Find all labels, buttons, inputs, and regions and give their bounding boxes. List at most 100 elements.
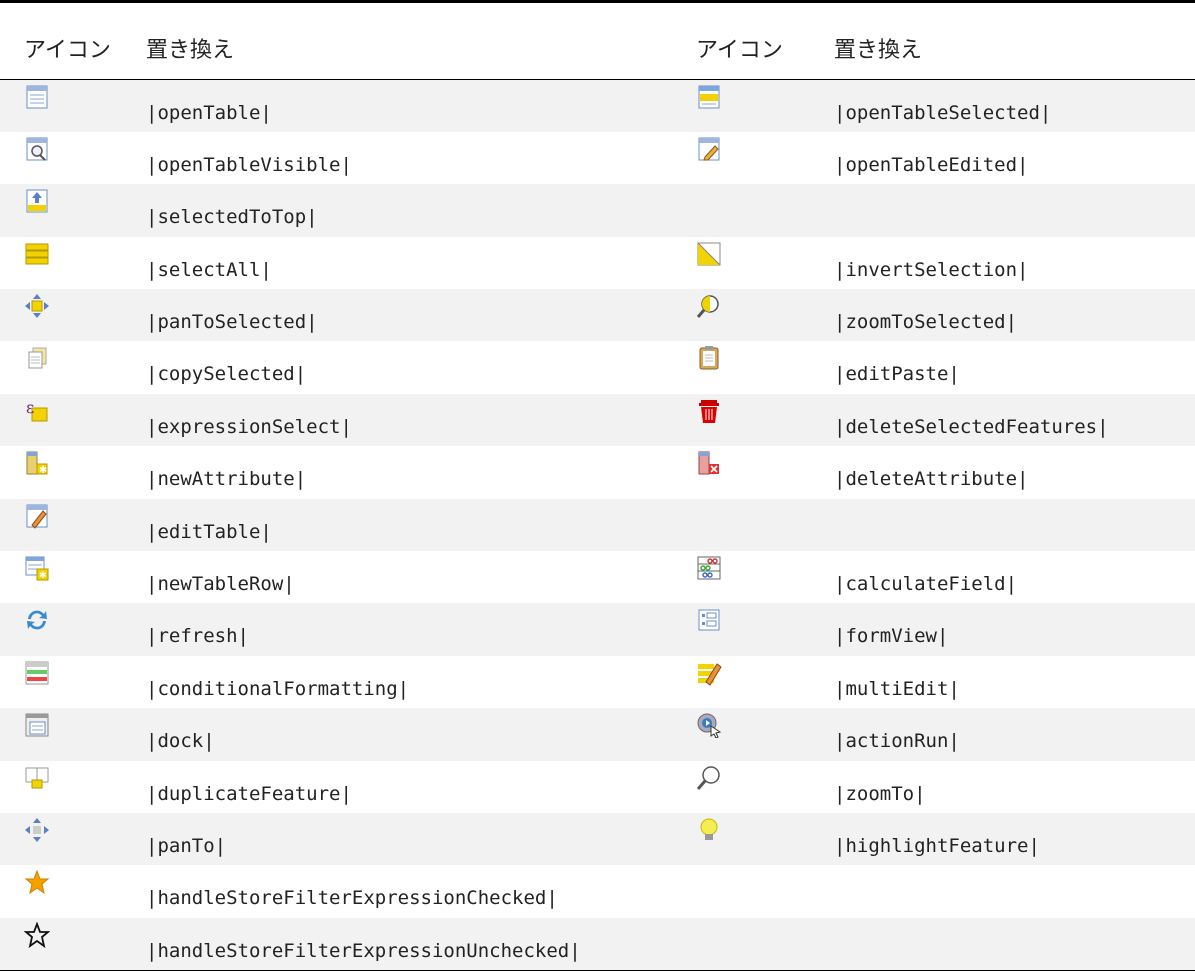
icon-column-header-right: アイコン <box>696 38 783 63</box>
icon-cell-right <box>696 80 834 132</box>
icon-cell-right <box>696 761 834 813</box>
icon-cell-left <box>0 341 146 393</box>
duplicate-feature-icon <box>24 765 50 791</box>
replacement-text-left: |expressionSelect| <box>146 415 352 438</box>
edit-paste-icon <box>696 345 722 371</box>
dock-icon <box>24 712 50 738</box>
replacement-text-left: |panTo| <box>146 834 227 857</box>
icon-cell-left <box>0 551 146 603</box>
replacement-text-left: |dock| <box>146 730 215 753</box>
new-table-row-icon <box>24 555 50 581</box>
icon-cell-left <box>0 184 146 236</box>
replacement-text-left: |copySelected| <box>146 363 307 386</box>
copy-selected-icon <box>24 345 50 371</box>
icon-replacement-table: アイコン 置き換え アイコン 置き換え |openTable| |openTabl… <box>0 0 1195 971</box>
icon-cell-left <box>0 446 146 498</box>
icon-cell-right <box>696 813 834 865</box>
icon-cell-left <box>0 761 146 813</box>
icon-cell-right <box>696 603 834 655</box>
invert-selection-icon <box>696 241 722 267</box>
icon-cell-right <box>696 656 834 708</box>
delete-selected-features-icon <box>696 398 722 424</box>
replacement-text-left: |openTable| <box>146 102 272 124</box>
replacement-text-left: |handleStoreFilterExpressionChecked| <box>146 887 558 910</box>
expression-select-icon <box>24 398 50 424</box>
replacement-text-right <box>834 865 1195 917</box>
replacement-text-right: |zoomToSelected| <box>834 311 1018 334</box>
highlight-feature-icon <box>696 817 722 843</box>
icon-cell-left <box>0 394 146 446</box>
replacement-text-right: |actionRun| <box>834 730 960 753</box>
icon-cell-left <box>0 499 146 551</box>
replacement-text-left: |conditionalFormatting| <box>146 677 410 700</box>
new-attribute-icon <box>24 450 50 476</box>
icon-cell-left <box>0 132 146 184</box>
icon-cell-right <box>696 446 834 498</box>
selected-to-top-icon <box>24 188 50 214</box>
table-row: |dock| |actionRun| <box>0 708 1195 761</box>
multi-edit-icon <box>696 660 722 686</box>
replacement-text-right: |multiEdit| <box>834 677 960 700</box>
replacement-text-right: |formView| <box>834 625 949 648</box>
table-header-row: アイコン 置き換え アイコン 置き換え <box>0 1 1195 80</box>
replacement-text-right: |zoomTo| <box>834 782 926 805</box>
open-table-visible-icon <box>24 136 50 162</box>
icon-cell-right <box>696 918 834 970</box>
icon-column-header-left: アイコン <box>24 38 111 63</box>
replacement-text-right: |openTableEdited| <box>834 153 1029 176</box>
replacement-text-left: |handleStoreFilterExpressionUnchecked| <box>146 939 581 962</box>
star-filled-icon <box>24 869 50 895</box>
icon-cell-right <box>696 865 834 917</box>
icon-cell-left <box>0 656 146 708</box>
replacement-text-left: |newTableRow| <box>146 573 295 596</box>
replacement-text-right: |invertSelection| <box>834 258 1029 281</box>
replacement-text-left: |duplicateFeature| <box>146 782 352 805</box>
icon-cell-right <box>696 341 834 393</box>
icon-cell-right <box>696 184 834 236</box>
open-table-icon <box>24 84 50 110</box>
icon-cell-left <box>0 865 146 917</box>
replacement-text-right <box>834 918 1195 970</box>
table-row: |handleStoreFilterExpressionUnchecked| <box>0 917 1195 971</box>
replacement-text-right: |deleteAttribute| <box>834 468 1029 491</box>
table-row: |newAttribute| |deleteAttribute| <box>0 446 1195 499</box>
icon-cell-right <box>696 394 834 446</box>
open-table-edited-icon <box>696 136 722 162</box>
replacement-text-left: |selectAll| <box>146 258 272 281</box>
action-run-icon <box>696 712 722 738</box>
icon-cell-left <box>0 237 146 289</box>
icon-cell-right <box>696 132 834 184</box>
replacement-text-left: |selectedToTop| <box>146 206 318 229</box>
table-row: |duplicateFeature| |zoomTo| <box>0 760 1195 813</box>
table-row: |openTable| |openTableSelected| <box>0 79 1195 132</box>
replacement-text-right: |editPaste| <box>834 363 960 386</box>
conditional-formatting-icon <box>24 660 50 686</box>
open-table-selected-icon <box>696 84 722 110</box>
icon-cell-left <box>0 708 146 760</box>
icon-cell-left <box>0 918 146 970</box>
pan-to-icon <box>24 817 50 843</box>
form-view-icon <box>696 607 722 633</box>
zoom-to-icon <box>696 765 722 791</box>
icon-cell-left <box>0 289 146 341</box>
replacement-text-left: |panToSelected| <box>146 311 318 334</box>
table-row: |conditionalFormatting| |multiEdit| <box>0 655 1195 709</box>
replacement-text-right: |highlightFeature| <box>834 834 1040 857</box>
pan-to-selected-icon <box>24 293 50 319</box>
icon-cell-right <box>696 499 834 551</box>
replacement-text-left: |newAttribute| <box>146 468 307 491</box>
table-row: |copySelected| |editPaste| <box>0 341 1195 394</box>
table-row: |handleStoreFilterExpressionChecked| <box>0 865 1195 918</box>
table-row: |expressionSelect| |deleteSelectedFeature… <box>0 393 1195 447</box>
icon-cell-right <box>696 708 834 760</box>
replacement-text-left: |editTable| <box>146 520 272 543</box>
replacement-column-header-right: 置き換え <box>834 38 923 63</box>
table-row: |newTableRow| |calculateField| <box>0 551 1195 604</box>
table-row: |openTableVisible| |openTableEdited| <box>0 131 1195 185</box>
replacement-column-header-left: 置き換え <box>146 38 235 63</box>
replacement-text-right <box>834 184 1195 236</box>
edit-table-icon <box>24 503 50 529</box>
icon-cell-right <box>696 551 834 603</box>
icon-cell-left <box>0 813 146 865</box>
icon-cell-right <box>696 289 834 341</box>
